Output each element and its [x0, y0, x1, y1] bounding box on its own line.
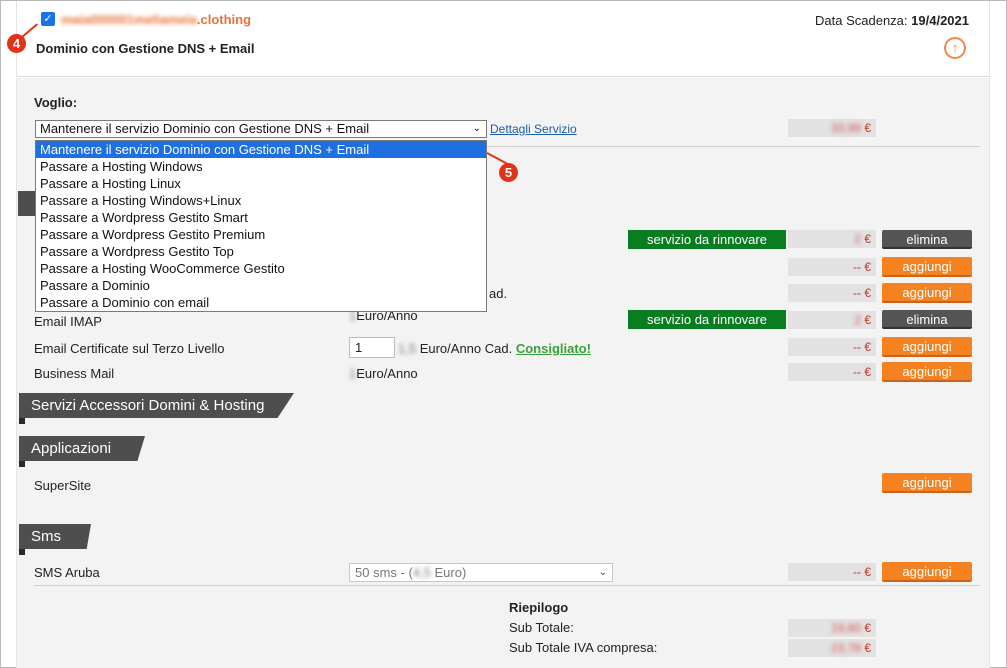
service-action-selected: Mantenere il servizio Dominio con Gestio…: [40, 121, 370, 136]
chevron-down-icon: ⌄: [598, 567, 607, 578]
currency-label: €: [864, 232, 871, 246]
divider: [34, 585, 980, 586]
subtotal-iva-label: Sub Totale IVA compresa:: [509, 640, 658, 655]
unit-label: Euro/Anno Cad.: [419, 341, 513, 356]
tab-fold: [19, 461, 25, 467]
tab-fold: [19, 418, 25, 424]
elimina-button[interactable]: elimina: [882, 310, 972, 329]
voglio-label: Voglio:: [34, 95, 78, 110]
domain-tld: .clothing: [196, 12, 252, 27]
dropdown-option[interactable]: Passare a Wordpress Gestito Premium: [36, 226, 486, 243]
row-price: -- €: [788, 363, 876, 381]
elimina-button[interactable]: elimina: [882, 230, 972, 249]
aggiungi-button[interactable]: aggiungi: [882, 562, 972, 582]
email-certificate-price: 1,5 Euro/Anno Cad. Consigliato!: [398, 341, 591, 356]
quantity-input[interactable]: 1: [349, 337, 395, 358]
dropdown-option[interactable]: Passare a Hosting WooCommerce Gestito: [36, 260, 486, 277]
dropdown-option[interactable]: Passare a Wordpress Gestito Smart: [36, 209, 486, 226]
currency-label: €: [864, 121, 871, 135]
dropdown-option[interactable]: Passare a Wordpress Gestito Top: [36, 243, 486, 260]
status-badge: servizio da rinnovare: [628, 230, 786, 249]
blurred-amount: 1: [349, 366, 357, 381]
aggiungi-button[interactable]: aggiungi: [882, 362, 972, 382]
sms-package-select[interactable]: 50 sms - (4,5 Euro) ⌄: [349, 563, 613, 582]
expiry-date: Data Scadenza: 19/4/2021: [815, 13, 969, 28]
consigliato-link[interactable]: Consigliato!: [516, 341, 591, 356]
email-imap-label: Email IMAP: [34, 314, 102, 329]
row-price-value: 2: [854, 313, 861, 327]
sms-select-prefix: 50 sms - (: [355, 565, 413, 580]
dropdown-option[interactable]: Passare a Dominio: [36, 277, 486, 294]
currency-label: €: [864, 286, 871, 300]
unit-label: Euro/Anno: [356, 366, 418, 381]
dettagli-servizio-link[interactable]: Dettagli Servizio: [490, 122, 577, 136]
service-price: 33,99 €: [788, 119, 876, 137]
domain-name-blurred: maia000001meliameia: [61, 12, 197, 27]
row-price-value: --: [852, 260, 861, 274]
dropdown-option[interactable]: Mantenere il servizio Dominio con Gestio…: [36, 141, 486, 158]
row-price-value: --: [852, 340, 861, 354]
aggiungi-button[interactable]: aggiungi: [882, 473, 972, 493]
currency-label: €: [864, 365, 871, 379]
tab-fold: [19, 549, 25, 555]
subtotal-price: 19,60 €: [788, 619, 876, 637]
aggiungi-button[interactable]: aggiungi: [882, 337, 972, 357]
section-tab-applicazioni: Applicazioni: [19, 436, 145, 461]
service-price-value: 33,99: [830, 121, 861, 135]
row-price: -- €: [788, 338, 876, 356]
row-price: -- €: [788, 258, 876, 276]
currency-label: €: [864, 260, 871, 274]
business-mail-price: 1Euro/Anno: [349, 366, 418, 381]
subtotal-iva-value: 23,78: [830, 641, 861, 655]
currency-label: €: [864, 313, 871, 327]
sms-select-suffix: Euro): [430, 565, 467, 580]
supersite-label: SuperSite: [34, 478, 92, 493]
dropdown-option[interactable]: Passare a Hosting Windows+Linux: [36, 192, 486, 209]
service-title: Dominio con Gestione DNS + Email: [36, 41, 255, 56]
dropdown-option[interactable]: Passare a Dominio con email: [36, 294, 486, 311]
row-price: 2 €: [788, 311, 876, 329]
blurred-amount: 1,5: [398, 341, 417, 356]
expiry-value: 19/4/2021: [911, 13, 969, 28]
chevron-down-icon: ⌄: [472, 123, 481, 134]
aggiungi-button[interactable]: aggiungi: [882, 257, 972, 277]
expiry-label: Data Scadenza:: [815, 13, 908, 28]
currency-label: €: [864, 340, 871, 354]
row-price: -- €: [788, 563, 876, 581]
domain-name: maia000001meliameia.clothing: [61, 12, 251, 27]
business-mail-label: Business Mail: [34, 366, 115, 381]
section-tab-sms: Sms: [19, 524, 91, 549]
row-price-value: --: [852, 365, 861, 379]
subtotal-iva-price: 23,78 €: [788, 639, 876, 657]
service-action-select[interactable]: Mantenere il servizio Dominio con Gestio…: [35, 120, 487, 138]
domain-checkbox[interactable]: ✓: [41, 12, 55, 26]
subtotal-value: 19,60: [830, 621, 861, 635]
service-action-dropdown[interactable]: Mantenere il servizio Dominio con Gestio…: [35, 140, 487, 312]
currency-label: €: [864, 641, 871, 655]
row-price-value: 2: [854, 232, 861, 246]
riepilogo-title: Riepilogo: [509, 600, 569, 615]
row-price-value: --: [852, 565, 861, 579]
row-price: 2 €: [788, 230, 876, 248]
row-price-value: --: [852, 286, 861, 300]
currency-label: €: [864, 565, 871, 579]
dropdown-option[interactable]: Passare a Hosting Linux: [36, 175, 486, 192]
aggiungi-button[interactable]: aggiungi: [882, 283, 972, 303]
blurred-amount: 4,5: [412, 565, 431, 580]
dropdown-option[interactable]: Passare a Hosting Windows: [36, 158, 486, 175]
row-unit-tail: ad.: [489, 286, 508, 301]
section-tab-accessori: Servizi Accessori Domini & Hosting: [19, 393, 294, 418]
currency-label: €: [864, 621, 871, 635]
annotation-marker-5: 5: [499, 163, 518, 182]
arrow-up-circle-icon[interactable]: ↑: [944, 37, 966, 59]
sms-aruba-label: SMS Aruba: [34, 565, 100, 580]
subtotal-label: Sub Totale:: [509, 620, 574, 635]
status-badge: servizio da rinnovare: [628, 310, 786, 329]
email-certificate-label: Email Certificate sul Terzo Livello: [34, 341, 225, 356]
row-price: -- €: [788, 284, 876, 302]
